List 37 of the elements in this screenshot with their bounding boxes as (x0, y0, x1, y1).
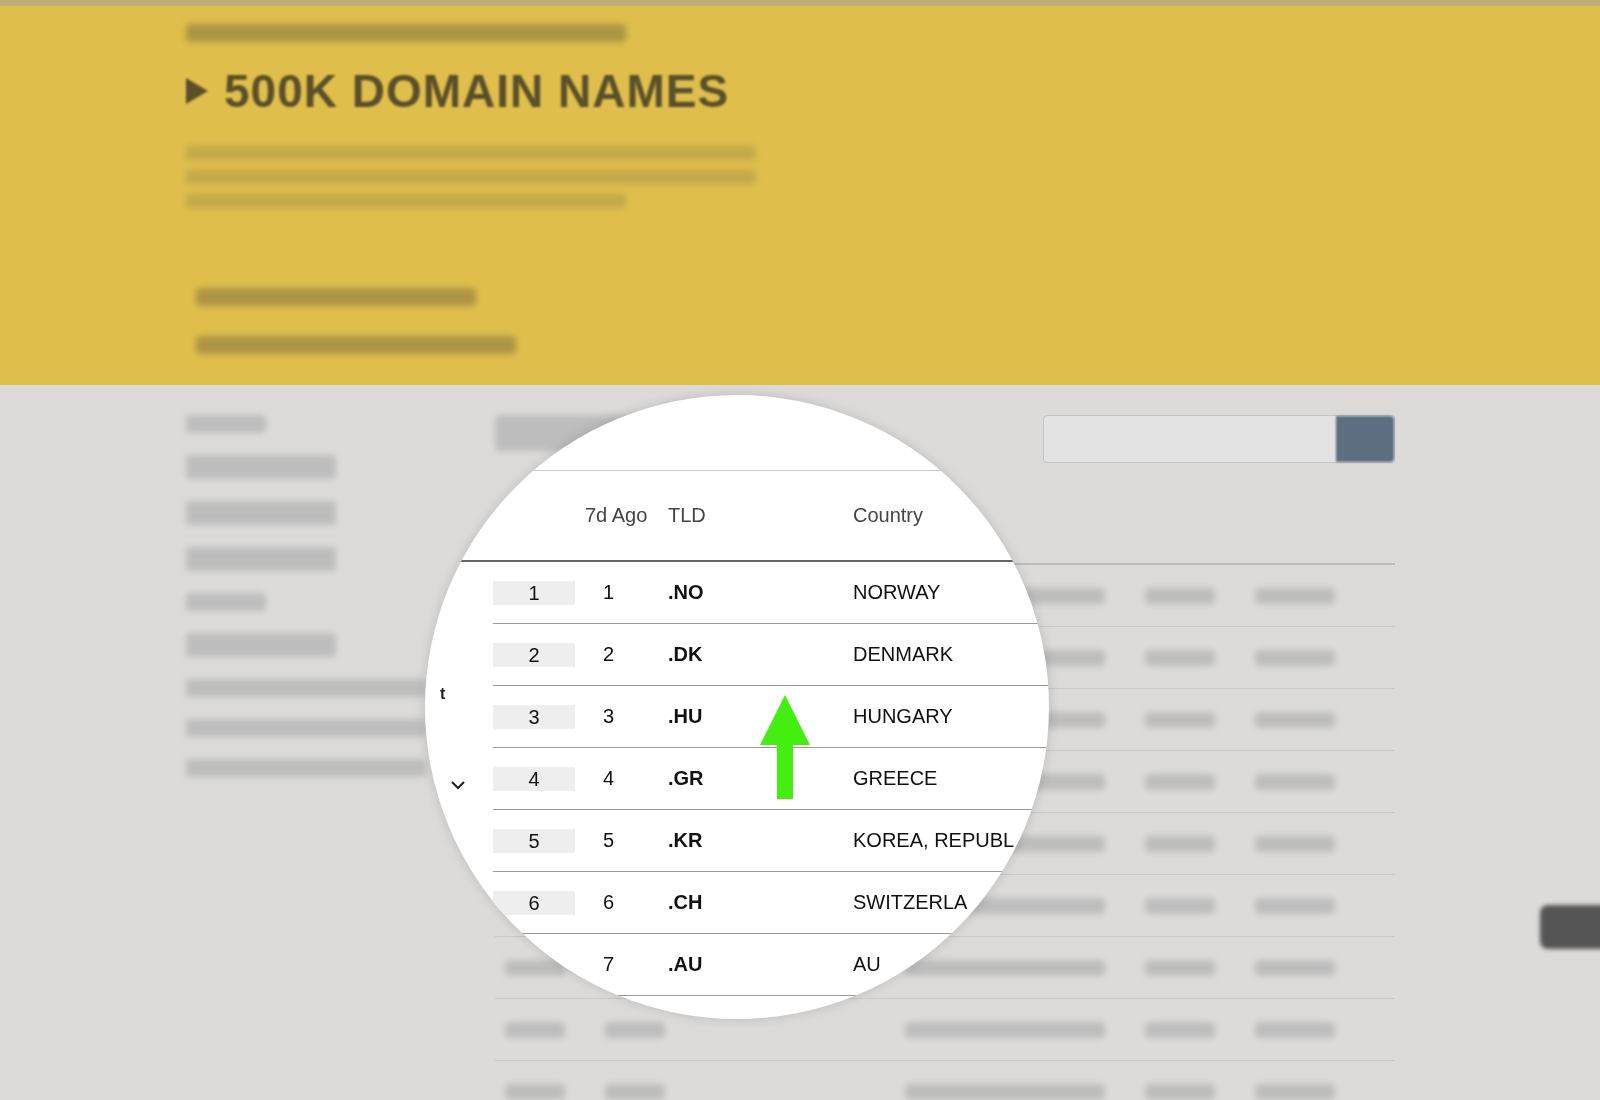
column-header: 7d Ago (585, 504, 649, 527)
country-cell-text: DENMARK (853, 643, 954, 666)
tld-cell-text: .AU (668, 953, 704, 976)
tld-cell-text: .NO (668, 581, 705, 604)
rank-cell: 1 (493, 580, 575, 605)
country-cell-text: KOREA, REPUBL (853, 829, 1016, 852)
tld-cell-text: .DK (668, 643, 704, 666)
country-cell-text: AU (853, 953, 882, 976)
country-cell-text: GREECE (853, 767, 939, 790)
country-cell-text: NORWAY (853, 581, 942, 604)
table-cell-text: 2 (602, 643, 616, 666)
table-cell-text: 6 (602, 891, 616, 914)
page-title: 500K DOMAIN NAMES (224, 64, 730, 118)
tld-cell-text: .GR (668, 767, 705, 790)
table-cell-text: 7 (602, 953, 616, 976)
rank-cell: 3 (493, 704, 575, 729)
table-cell-text: 1 (602, 581, 616, 604)
country-cell-text: SWITZERLA (853, 891, 969, 914)
rank-cell: 6 (493, 890, 575, 915)
chevron-down-icon (450, 780, 466, 790)
blurred-top-button[interactable] (1540, 905, 1600, 949)
table-cell-text: 3 (602, 705, 616, 728)
arrow-up-icon (760, 695, 810, 799)
rank-cell: 2 (493, 642, 575, 667)
triangle-icon (186, 78, 208, 104)
column-header: TLD (668, 504, 707, 527)
rank-cell: 4 (493, 766, 575, 791)
cut-off-text: t (440, 685, 446, 703)
table-cell-text: 4 (602, 767, 616, 790)
column-header: Country (853, 504, 925, 527)
blurred-search-field[interactable] (1043, 415, 1395, 463)
tld-cell-text: .KR (668, 829, 704, 852)
rank-cell: 5 (493, 828, 575, 853)
tld-cell-text: .CH (668, 891, 704, 914)
table-cell-text: 5 (602, 829, 616, 852)
country-cell-text: HUNGARY (853, 705, 954, 728)
tld-cell-text: .HU (668, 705, 704, 728)
